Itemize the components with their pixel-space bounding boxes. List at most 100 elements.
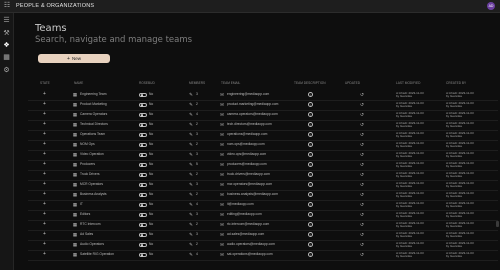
expand-icon[interactable]: + <box>43 202 46 207</box>
info-icon[interactable]: i <box>308 102 313 107</box>
history-icon[interactable]: ↺ <box>359 112 365 117</box>
tools-icon[interactable]: ⚒ <box>2 29 11 38</box>
history-icon[interactable]: ↺ <box>359 92 365 97</box>
info-icon[interactable]: i <box>308 252 313 257</box>
expand-icon[interactable]: + <box>43 122 46 127</box>
name-cell[interactable]: ▦ Editors <box>72 212 90 217</box>
name-cell[interactable]: ▦ Audio Operators <box>72 242 104 247</box>
rosebud-toggle[interactable] <box>139 162 147 167</box>
name-cell[interactable]: ▦ MCR Operators <box>72 182 103 187</box>
rosebud-toggle[interactable] <box>139 252 147 257</box>
info-icon[interactable]: i <box>308 242 313 247</box>
history-icon[interactable]: ↺ <box>359 132 365 137</box>
history-icon[interactable]: ↺ <box>359 212 365 217</box>
expand-icon[interactable]: + <box>43 222 46 227</box>
col-created-by[interactable]: Created By <box>446 81 466 85</box>
avatar[interactable]: AD <box>487 2 495 10</box>
name-cell[interactable]: ▦ Business Analysts <box>72 192 107 197</box>
expand-icon[interactable]: + <box>43 212 46 217</box>
name-cell[interactable]: ▦ Product Marketing <box>72 102 107 107</box>
app-menu-icon[interactable]: ☷ <box>3 2 11 10</box>
rosebud-toggle[interactable] <box>139 232 147 237</box>
name-cell[interactable]: ▦ IT <box>72 202 83 207</box>
info-icon[interactable]: i <box>308 142 313 147</box>
col-updated[interactable]: Updated <box>345 81 360 85</box>
document-icon[interactable]: ▦ <box>2 53 11 62</box>
history-icon[interactable]: ↺ <box>359 162 365 167</box>
rosebud-toggle[interactable] <box>139 182 147 187</box>
history-icon[interactable]: ↺ <box>359 152 365 157</box>
name-cell[interactable]: ▦ Camera Operators <box>72 112 107 117</box>
history-icon[interactable]: ↺ <box>359 102 365 107</box>
rosebud-toggle[interactable] <box>139 92 147 97</box>
info-icon[interactable]: i <box>308 192 313 197</box>
history-icon[interactable]: ↺ <box>359 242 365 247</box>
scrollbar-thumb[interactable] <box>496 221 499 227</box>
expand-icon[interactable]: + <box>43 182 46 187</box>
name-cell[interactable]: ▦ Producers <box>72 162 95 167</box>
expand-icon[interactable]: + <box>43 162 46 167</box>
history-icon[interactable]: ↺ <box>359 222 365 227</box>
expand-icon[interactable]: + <box>43 112 46 117</box>
settings-icon[interactable]: ⚙ <box>2 66 11 75</box>
info-icon[interactable]: i <box>308 232 313 237</box>
rosebud-toggle[interactable] <box>139 112 147 117</box>
name-cell[interactable]: ▦ Operations Team <box>72 132 105 137</box>
history-icon[interactable]: ↺ <box>359 122 365 127</box>
name-cell[interactable]: ▦ Satellite RIG Operation <box>72 252 114 257</box>
name-cell[interactable]: ▦ RTC Intercom <box>72 222 101 227</box>
info-icon[interactable]: i <box>308 92 313 97</box>
rosebud-toggle[interactable] <box>139 212 147 217</box>
col-name[interactable]: Name <box>74 81 83 85</box>
info-icon[interactable]: i <box>308 172 313 177</box>
rosebud-toggle[interactable] <box>139 102 147 107</box>
name-cell[interactable]: ▦ Ad Sales <box>72 232 93 237</box>
expand-icon[interactable]: + <box>43 242 46 247</box>
rosebud-toggle[interactable] <box>139 242 147 247</box>
info-icon[interactable]: i <box>308 182 313 187</box>
expand-icon[interactable]: + <box>43 102 46 107</box>
history-icon[interactable]: ↺ <box>359 142 365 147</box>
rosebud-toggle[interactable] <box>139 222 147 227</box>
col-team-description[interactable]: Team Description <box>294 81 326 85</box>
info-icon[interactable]: i <box>308 162 313 167</box>
expand-icon[interactable]: + <box>43 232 46 237</box>
info-icon[interactable]: i <box>308 222 313 227</box>
rosebud-toggle[interactable] <box>139 122 147 127</box>
history-icon[interactable]: ↺ <box>359 172 365 177</box>
info-icon[interactable]: i <box>308 132 313 137</box>
col-state[interactable]: State <box>40 81 50 85</box>
history-icon[interactable]: ↺ <box>359 232 365 237</box>
col-members[interactable]: Members <box>189 81 205 85</box>
info-icon[interactable]: i <box>308 152 313 157</box>
info-icon[interactable]: i <box>308 202 313 207</box>
history-icon[interactable]: ↺ <box>359 182 365 187</box>
col-last-modified[interactable]: Last Modified <box>396 81 420 85</box>
name-cell[interactable]: ▦ Video Operation <box>72 152 104 157</box>
expand-icon[interactable]: + <box>43 92 46 97</box>
expand-icon[interactable]: + <box>43 142 46 147</box>
info-icon[interactable]: i <box>308 212 313 217</box>
rosebud-toggle[interactable] <box>139 132 147 137</box>
rosebud-toggle[interactable] <box>139 142 147 147</box>
name-cell[interactable]: ▦ Engineering Team <box>72 92 107 97</box>
expand-icon[interactable]: + <box>43 252 46 257</box>
table-row[interactable]: + ▦ Satellite RIG Operation No ✎ 4 ✉ sat.operat… <box>28 250 498 261</box>
new-button[interactable]: + New <box>38 54 110 63</box>
info-icon[interactable]: i <box>308 122 313 127</box>
info-icon[interactable]: i <box>308 112 313 117</box>
rosebud-toggle[interactable] <box>139 192 147 197</box>
rosebud-toggle[interactable] <box>139 172 147 177</box>
expand-icon[interactable]: + <box>43 172 46 177</box>
name-cell[interactable]: ▦ Technical Directors <box>72 122 108 127</box>
menu-icon[interactable]: ☰ <box>2 16 11 25</box>
history-icon[interactable]: ↺ <box>359 252 365 257</box>
rosebud-toggle[interactable] <box>139 152 147 157</box>
col-team-email[interactable]: Team Email <box>221 81 240 85</box>
col-rosebud[interactable]: Rosebud <box>139 81 155 85</box>
expand-icon[interactable]: + <box>43 192 46 197</box>
rosebud-toggle[interactable] <box>139 202 147 207</box>
people-org-icon[interactable]: ❖ <box>2 41 11 50</box>
name-cell[interactable]: ▦ NOM Ops <box>72 142 95 147</box>
history-icon[interactable]: ↺ <box>359 202 365 207</box>
